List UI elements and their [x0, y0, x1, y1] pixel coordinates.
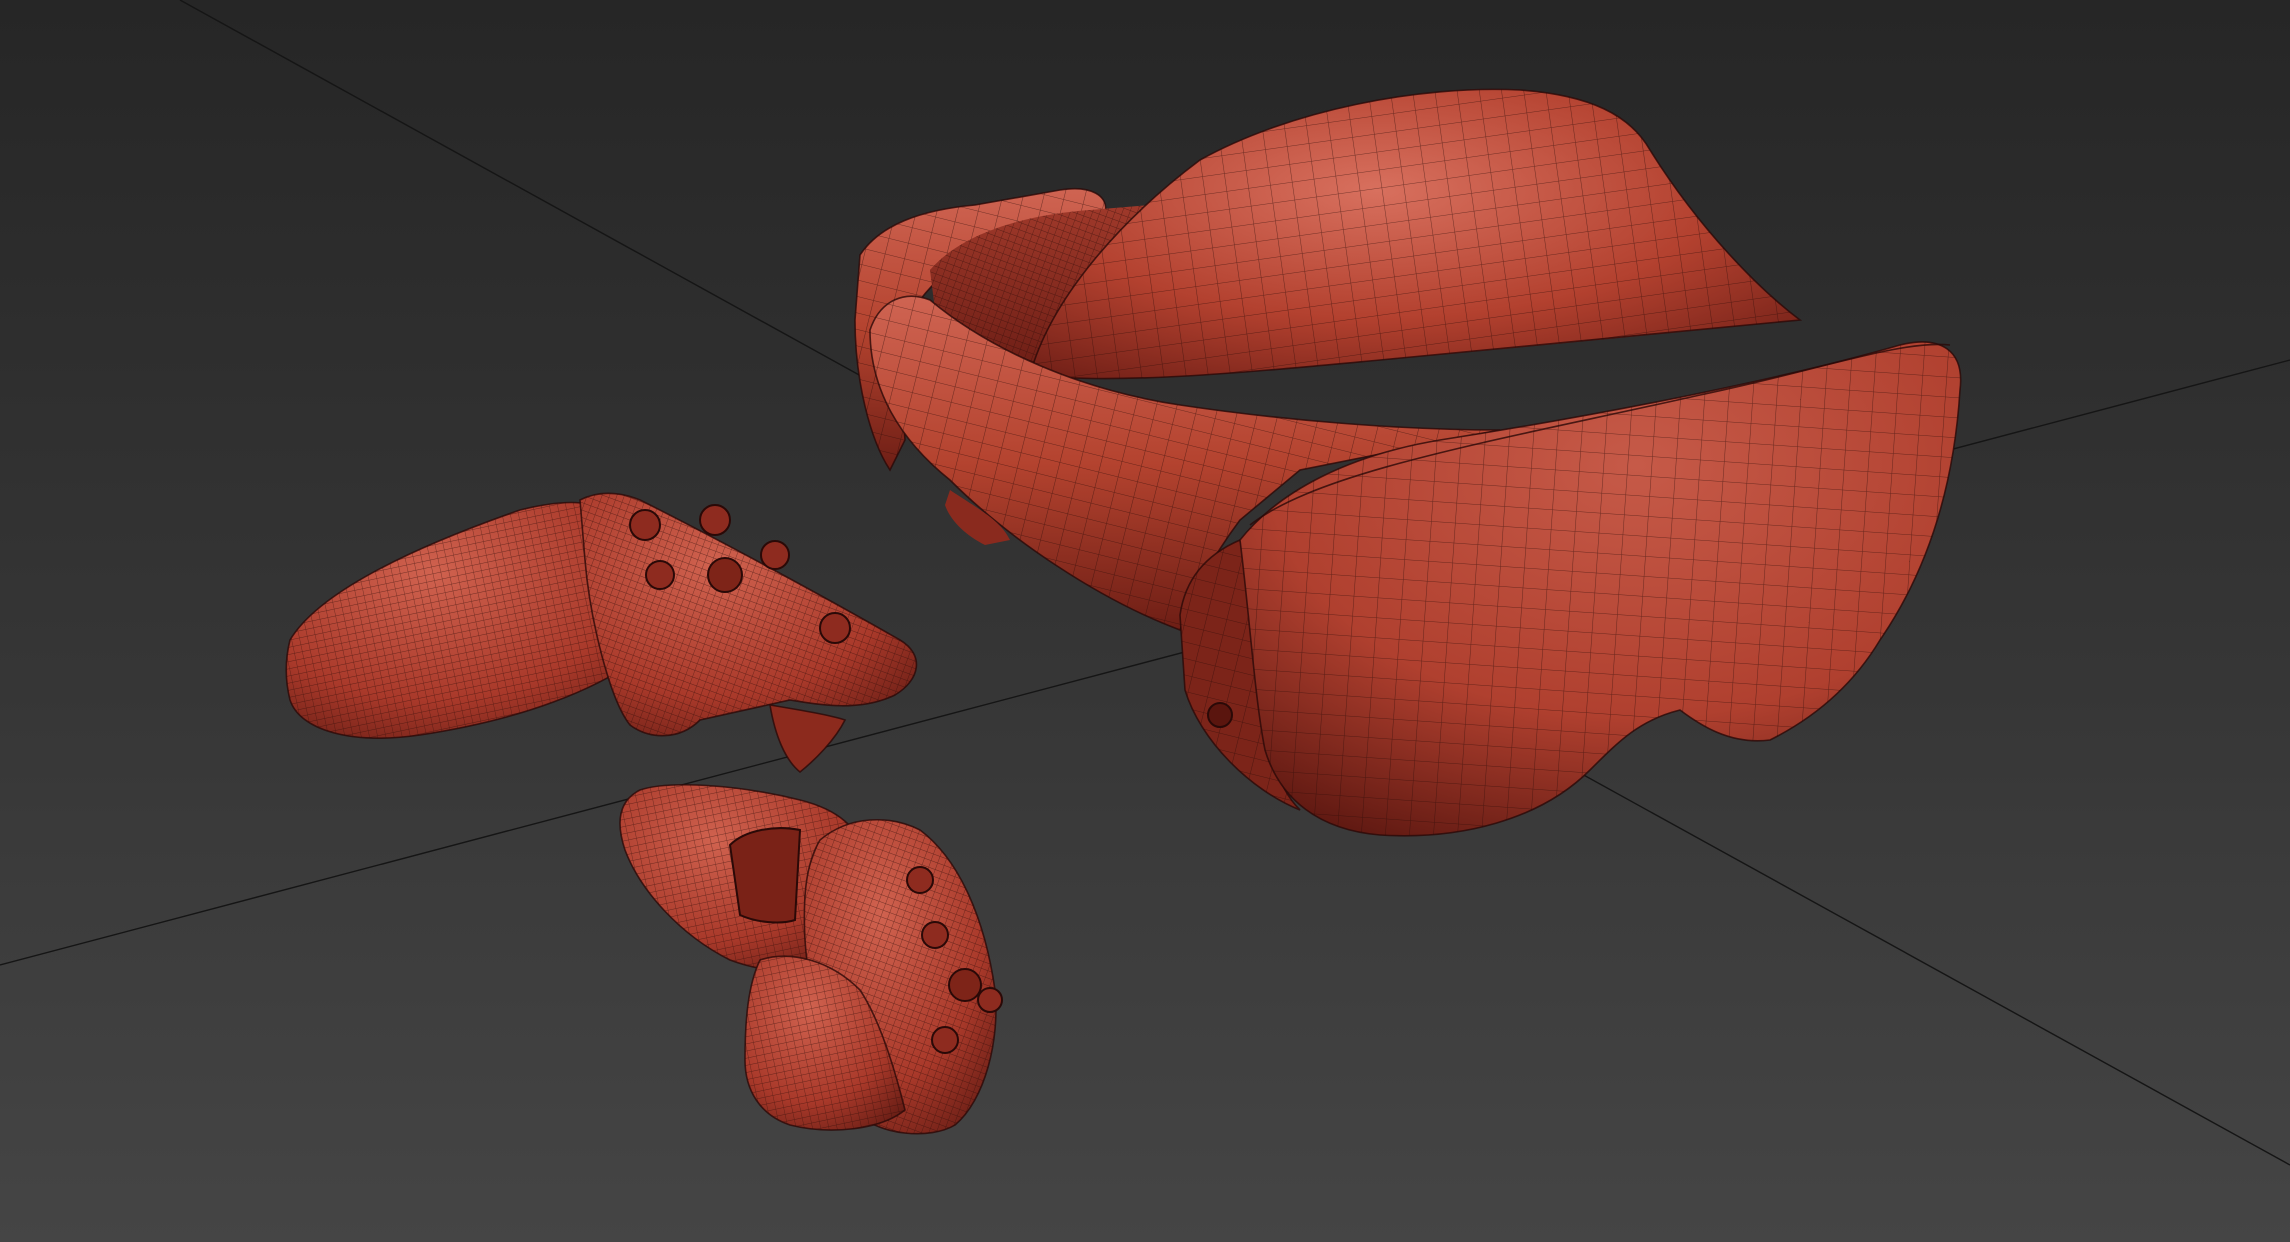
controller-thumbstick	[948, 968, 982, 1002]
controller-button	[819, 612, 851, 644]
controller-button	[645, 560, 675, 590]
controller-button	[629, 509, 661, 541]
controller-button	[921, 921, 949, 949]
controller-button	[699, 504, 731, 536]
controller-button	[760, 540, 790, 570]
controller-thumbstick	[707, 557, 743, 593]
right-controller-grip-button	[728, 827, 802, 924]
headset-sensor-hole	[1207, 702, 1233, 728]
controller-button	[906, 866, 934, 894]
controller-button	[931, 1026, 959, 1054]
controller-button	[977, 987, 1003, 1013]
3d-viewport[interactable]	[0, 0, 2290, 1242]
viewport-canvas[interactable]	[0, 0, 2290, 1242]
